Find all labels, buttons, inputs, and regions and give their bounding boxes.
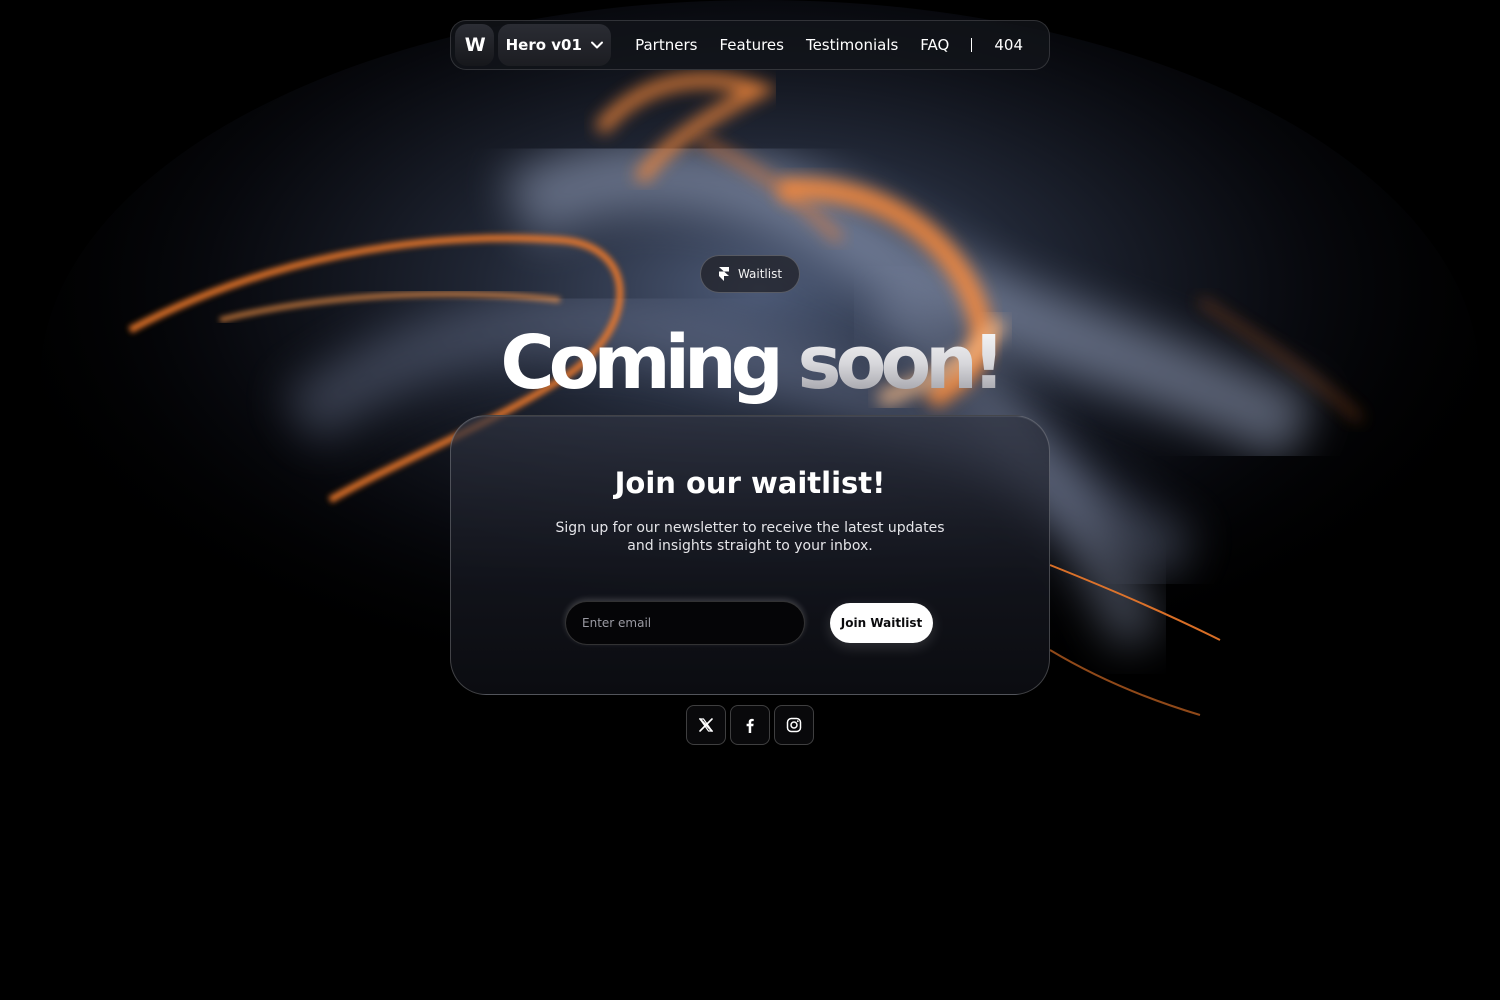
nav-link-partners[interactable]: Partners [635, 36, 697, 54]
email-input[interactable] [565, 601, 805, 645]
nav-links: Partners Features Testimonials FAQ 404 [635, 36, 1045, 54]
x-icon [698, 717, 714, 733]
top-nav: W Hero v01 Partners Features Testimonial… [450, 20, 1050, 70]
headline-word-2: soon! [797, 320, 1005, 406]
join-waitlist-button[interactable]: Join Waitlist [830, 603, 933, 643]
version-dropdown[interactable]: Hero v01 [498, 24, 612, 66]
logo-text: W [464, 34, 486, 56]
nav-link-testimonials[interactable]: Testimonials [806, 36, 898, 54]
card-title: Join our waitlist! [614, 466, 886, 500]
nav-divider [971, 38, 973, 52]
social-x-button[interactable] [686, 705, 726, 745]
card-subtitle: Sign up for our newsletter to receive th… [555, 520, 945, 554]
headline-word-1: Coming [500, 320, 783, 406]
waitlist-badge[interactable]: Waitlist [700, 255, 800, 293]
logo-button[interactable]: W [455, 24, 495, 66]
chevron-down-icon [590, 38, 604, 52]
page: W Hero v01 Partners Features Testimonial… [0, 0, 1500, 1000]
instagram-icon [786, 717, 802, 733]
nav-link-features[interactable]: Features [719, 36, 784, 54]
nav-link-404[interactable]: 404 [994, 36, 1023, 54]
page-title: Coming soon! [400, 318, 1100, 408]
social-instagram-button[interactable] [774, 705, 814, 745]
waitlist-badge-label: Waitlist [737, 267, 783, 281]
waitlist-card [450, 415, 1050, 695]
social-facebook-button[interactable] [730, 705, 770, 745]
framer-icon [718, 267, 730, 281]
version-label: Hero v01 [505, 36, 582, 54]
social-links [686, 705, 814, 745]
facebook-icon [742, 717, 758, 733]
nav-link-faq[interactable]: FAQ [920, 36, 949, 54]
